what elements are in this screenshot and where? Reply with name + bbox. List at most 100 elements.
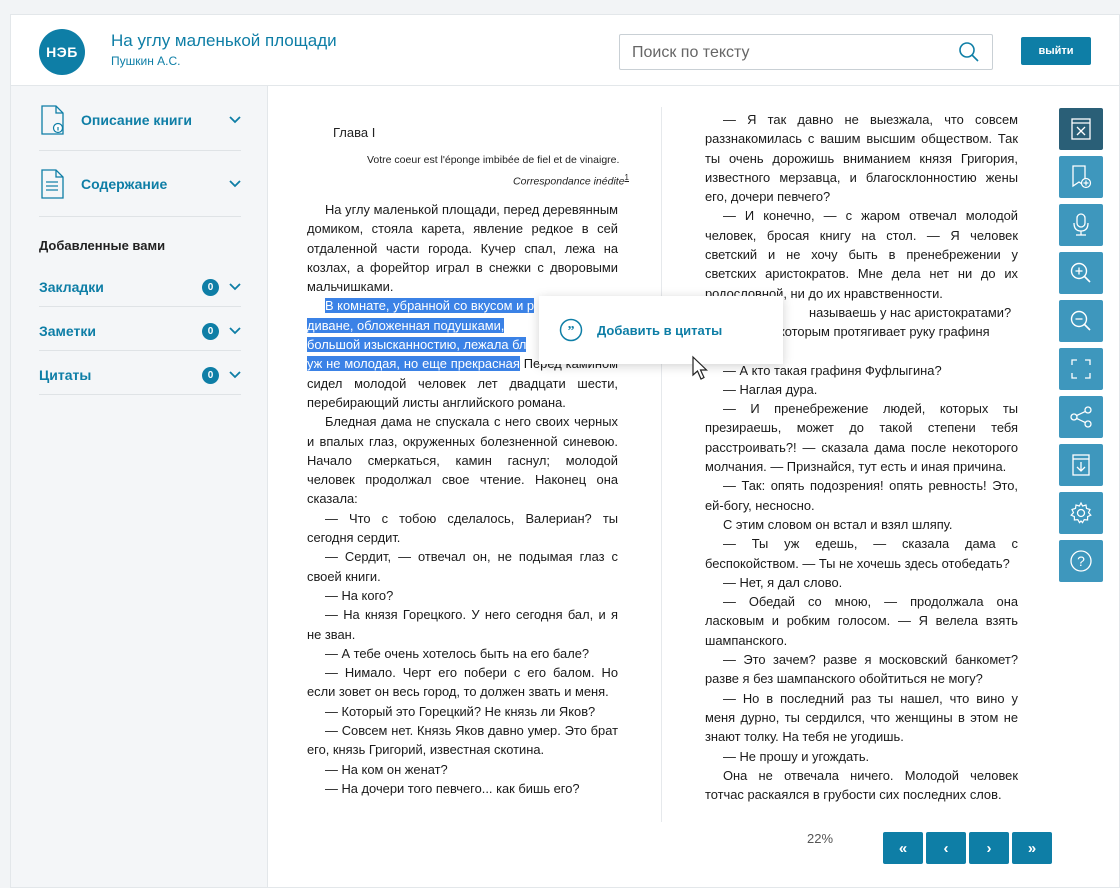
paragraph: — Что с тобою сделалось, Валериан? ты се…	[307, 510, 618, 546]
paragraph: — Но в последний раз ты нашел, что вино …	[705, 690, 1018, 745]
paragraph: — И конечно, — с жаром отвечал молодой ч…	[705, 208, 1018, 301]
epigraph-source-line: Correspondance inédite1	[367, 169, 629, 191]
epigraph-source: Correspondance inédite	[513, 175, 625, 188]
divider	[39, 394, 241, 395]
sidebar-item-quotes[interactable]: Цитаты 0	[39, 364, 243, 386]
sidebar: Описание книги Содержание Добавленные ва…	[11, 86, 268, 887]
count-badge: 0	[202, 366, 219, 384]
left-page-text: На углу маленькой площади, перед деревян…	[307, 200, 618, 798]
first-page-button[interactable]: «	[883, 832, 923, 864]
microphone-icon	[1073, 213, 1089, 236]
zoom-in-button[interactable]	[1059, 252, 1103, 294]
book-title: На углу маленькой площади	[111, 31, 337, 50]
neb-logo[interactable]: НЭБ	[39, 29, 85, 75]
logout-button[interactable]: выйти	[1021, 37, 1091, 65]
chevron-down-icon[interactable]	[229, 180, 241, 188]
paragraph: На углу маленькой площади, перед деревян…	[307, 202, 618, 295]
voice-reading-button[interactable]	[1059, 204, 1103, 246]
paragraph: — Нимало. Черт его побери с его балом. Н…	[307, 665, 618, 700]
previous-page-button[interactable]: ‹	[926, 832, 966, 864]
paragraph: С этим словом он встал и взял шляпу.	[723, 516, 953, 532]
right-page-text: — Я так давно не выезжала, что совсем ра…	[705, 110, 1018, 804]
paragraph: — Наглая дура.	[723, 381, 818, 397]
share-button[interactable]	[1059, 396, 1103, 438]
add-bookmark-icon	[1072, 165, 1092, 189]
paragraph: — На дочери того певчего... как бишь его…	[325, 780, 580, 796]
divider	[39, 216, 241, 217]
help-button[interactable]: ?	[1059, 540, 1103, 582]
search-icon[interactable]	[958, 41, 980, 63]
paragraph: — Так: опять подозрения! опять ревность!…	[705, 478, 1018, 513]
paragraph: — На князя Горецкого. У него сегодня бал…	[307, 607, 618, 642]
paragraph: — Ты уж едешь, — сказала дама с беспокой…	[705, 536, 1018, 571]
paragraph: — Сердит, — отвечал он, не подымая глаз …	[307, 549, 618, 584]
chevron-down-icon[interactable]	[229, 371, 241, 379]
add-to-quotes-button[interactable]: Добавить в цитаты	[597, 323, 722, 338]
zoom-out-button[interactable]	[1059, 300, 1103, 342]
chevron-down-icon[interactable]	[229, 116, 241, 124]
book-info-icon	[41, 105, 64, 135]
sidebar-item-description[interactable]: Описание книги	[39, 104, 243, 136]
divider	[39, 306, 241, 307]
count-badge: 0	[202, 278, 219, 296]
book-author: Пушкин А.С.	[111, 54, 181, 68]
mouse-cursor-icon	[692, 355, 708, 380]
sidebar-item-label: Содержание	[81, 176, 168, 192]
paragraph: — На ком он женат?	[325, 761, 448, 777]
added-by-you-heading: Добавленные вами	[39, 238, 166, 253]
count-badge: 0	[202, 322, 219, 340]
divider	[39, 150, 241, 151]
divider	[39, 350, 241, 351]
zoom-in-icon	[1070, 262, 1091, 283]
svg-text:”: ”	[568, 324, 575, 339]
fullscreen-button[interactable]	[1059, 348, 1103, 390]
sidebar-item-bookmarks[interactable]: Закладки 0	[39, 276, 243, 298]
paragraph: — Обедай со мною, — продолжала она ласко…	[705, 594, 1018, 648]
download-icon	[1072, 454, 1090, 476]
sidebar-item-label: Закладки	[39, 279, 104, 295]
settings-button[interactable]	[1059, 492, 1103, 534]
footnote-link[interactable]: 1	[625, 173, 629, 182]
help-icon: ?	[1070, 550, 1092, 572]
selected-text[interactable]: В комнате, убранной со вкусом и р	[325, 298, 535, 314]
close-panel-button[interactable]	[1059, 108, 1103, 150]
paragraph: — А тебе очень хотелось быть на его бале…	[325, 645, 590, 661]
chevron-down-icon[interactable]	[229, 283, 241, 291]
sidebar-item-contents[interactable]: Содержание	[39, 168, 243, 200]
sidebar-item-label: Заметки	[39, 323, 96, 339]
selected-text[interactable]: диване, обложенная подушками,	[307, 317, 505, 333]
reader-window: НЭБ На углу маленькой площади Пушкин А.С…	[10, 14, 1120, 888]
reading-progress: 22%	[807, 831, 834, 846]
download-button[interactable]	[1059, 444, 1103, 486]
paragraph: — Не прошу и угождать.	[723, 748, 870, 764]
sidebar-item-notes[interactable]: Заметки 0	[39, 320, 243, 342]
selected-text[interactable]: большой изысканностию, лежала бл	[307, 337, 527, 353]
paragraph: — Я так давно не выезжала, что совсем ра…	[705, 112, 1018, 205]
quote-icon: ”	[559, 318, 583, 342]
paragraph: — Это зачем? разве я московский банкомет…	[705, 652, 1018, 687]
search-input[interactable]	[630, 41, 954, 65]
paragraph: — На кого?	[325, 587, 394, 603]
next-page-button[interactable]: ›	[969, 832, 1009, 864]
sidebar-item-label: Цитаты	[39, 367, 92, 383]
table-of-contents-icon	[41, 169, 64, 199]
close-panel-icon	[1071, 118, 1091, 140]
chapter-title: Глава I	[333, 125, 376, 140]
epigraph-text: Votre coeur est l'éponge imbibée de fiel…	[367, 154, 620, 166]
paragraph: — Совсем нет. Князь Яков давно умер. Это…	[307, 723, 618, 758]
fullscreen-icon	[1071, 359, 1091, 379]
sidebar-item-label: Описание книги	[81, 112, 192, 128]
settings-icon	[1070, 501, 1092, 524]
add-quote-popup[interactable]: ” Добавить в цитаты	[539, 296, 783, 364]
paragraph: Бледная дама не спускала с него своих че…	[307, 414, 618, 507]
search-box	[619, 34, 993, 70]
paragraph: — Который это Горецкий? Не князь ли Яков…	[325, 703, 596, 719]
page-divider	[661, 107, 662, 822]
svg-text:?: ?	[1077, 553, 1085, 569]
add-bookmark-button[interactable]	[1059, 156, 1103, 198]
chevron-down-icon[interactable]	[229, 327, 241, 335]
last-page-button[interactable]: »	[1012, 832, 1052, 864]
paragraph: Она не отвечала ничего. Молодой человек …	[705, 767, 1018, 803]
selected-text[interactable]: уж не молодая, но еще прекрасная	[307, 356, 520, 372]
paragraph: — И пренебрежение людей, которых ты през…	[705, 401, 1018, 475]
